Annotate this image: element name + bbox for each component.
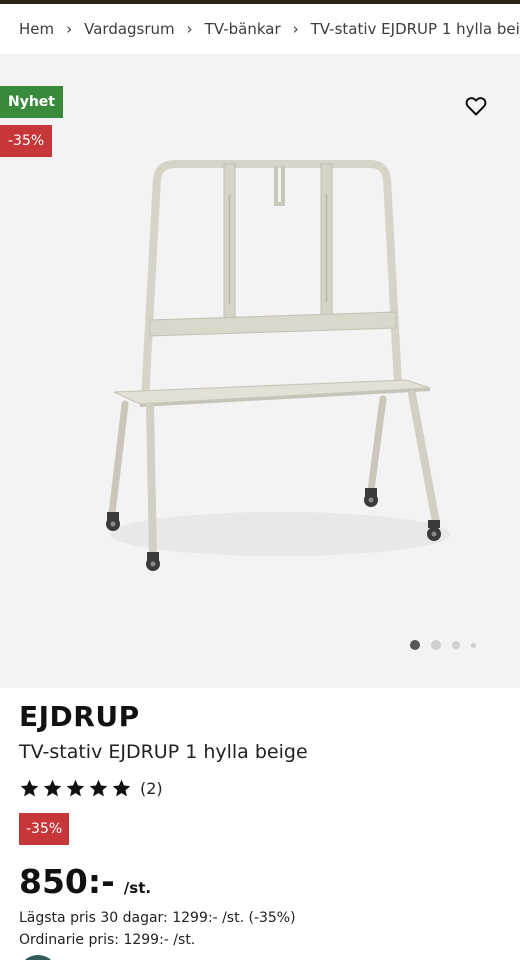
price-unit: /st. — [123, 879, 152, 897]
chevron-right-icon: › — [186, 20, 193, 38]
heart-outline-icon[interactable] — [464, 94, 488, 118]
breadcrumb: Hem › Vardagsrum › TV-bänkar › TV-stativ… — [0, 4, 520, 54]
star-icon — [112, 779, 131, 797]
star-icon — [89, 779, 108, 797]
product-image — [106, 160, 450, 571]
breadcrumb-current: TV-stativ EJDRUP 1 hylla beige — [310, 20, 520, 38]
star-icon — [66, 779, 85, 797]
carousel-dot[interactable] — [410, 640, 420, 650]
breadcrumb-vardagsrum[interactable]: Vardagsrum — [84, 20, 175, 38]
star-icon — [20, 779, 39, 797]
carousel-dot[interactable] — [431, 640, 441, 650]
rating-stars — [19, 778, 134, 799]
carousel-dot[interactable] — [452, 641, 460, 649]
breadcrumb-home[interactable]: Hem — [19, 20, 54, 38]
discount-label: -35% — [19, 813, 70, 845]
ordinary-price: Ordinarie pris: 1299:- /st. — [19, 932, 196, 948]
rating[interactable]: (2) — [19, 778, 163, 799]
chevron-right-icon: › — [292, 20, 299, 38]
lowest-price-30-days: Lägsta pris 30 dagar: 1299:- /st. (-35%) — [19, 910, 296, 926]
product-image-gallery[interactable]: Nyhet -35% — [0, 54, 520, 688]
rating-count[interactable]: (2) — [140, 779, 163, 798]
price-row: 850:- /st. — [19, 862, 151, 901]
floating-action-button[interactable] — [18, 955, 58, 960]
price: 850:- — [19, 862, 115, 901]
product-name: TV-stativ EJDRUP 1 hylla beige — [19, 741, 308, 763]
chevron-right-icon: › — [66, 20, 73, 38]
product-brand: EJDRUP — [19, 700, 140, 733]
discount-badge: -35% — [0, 125, 53, 157]
breadcrumb-tv-bankar[interactable]: TV-bänkar — [205, 20, 281, 38]
carousel-dots — [410, 640, 487, 650]
star-icon — [43, 779, 62, 797]
carousel-dot[interactable] — [471, 642, 476, 648]
new-badge: Nyhet — [0, 86, 63, 118]
